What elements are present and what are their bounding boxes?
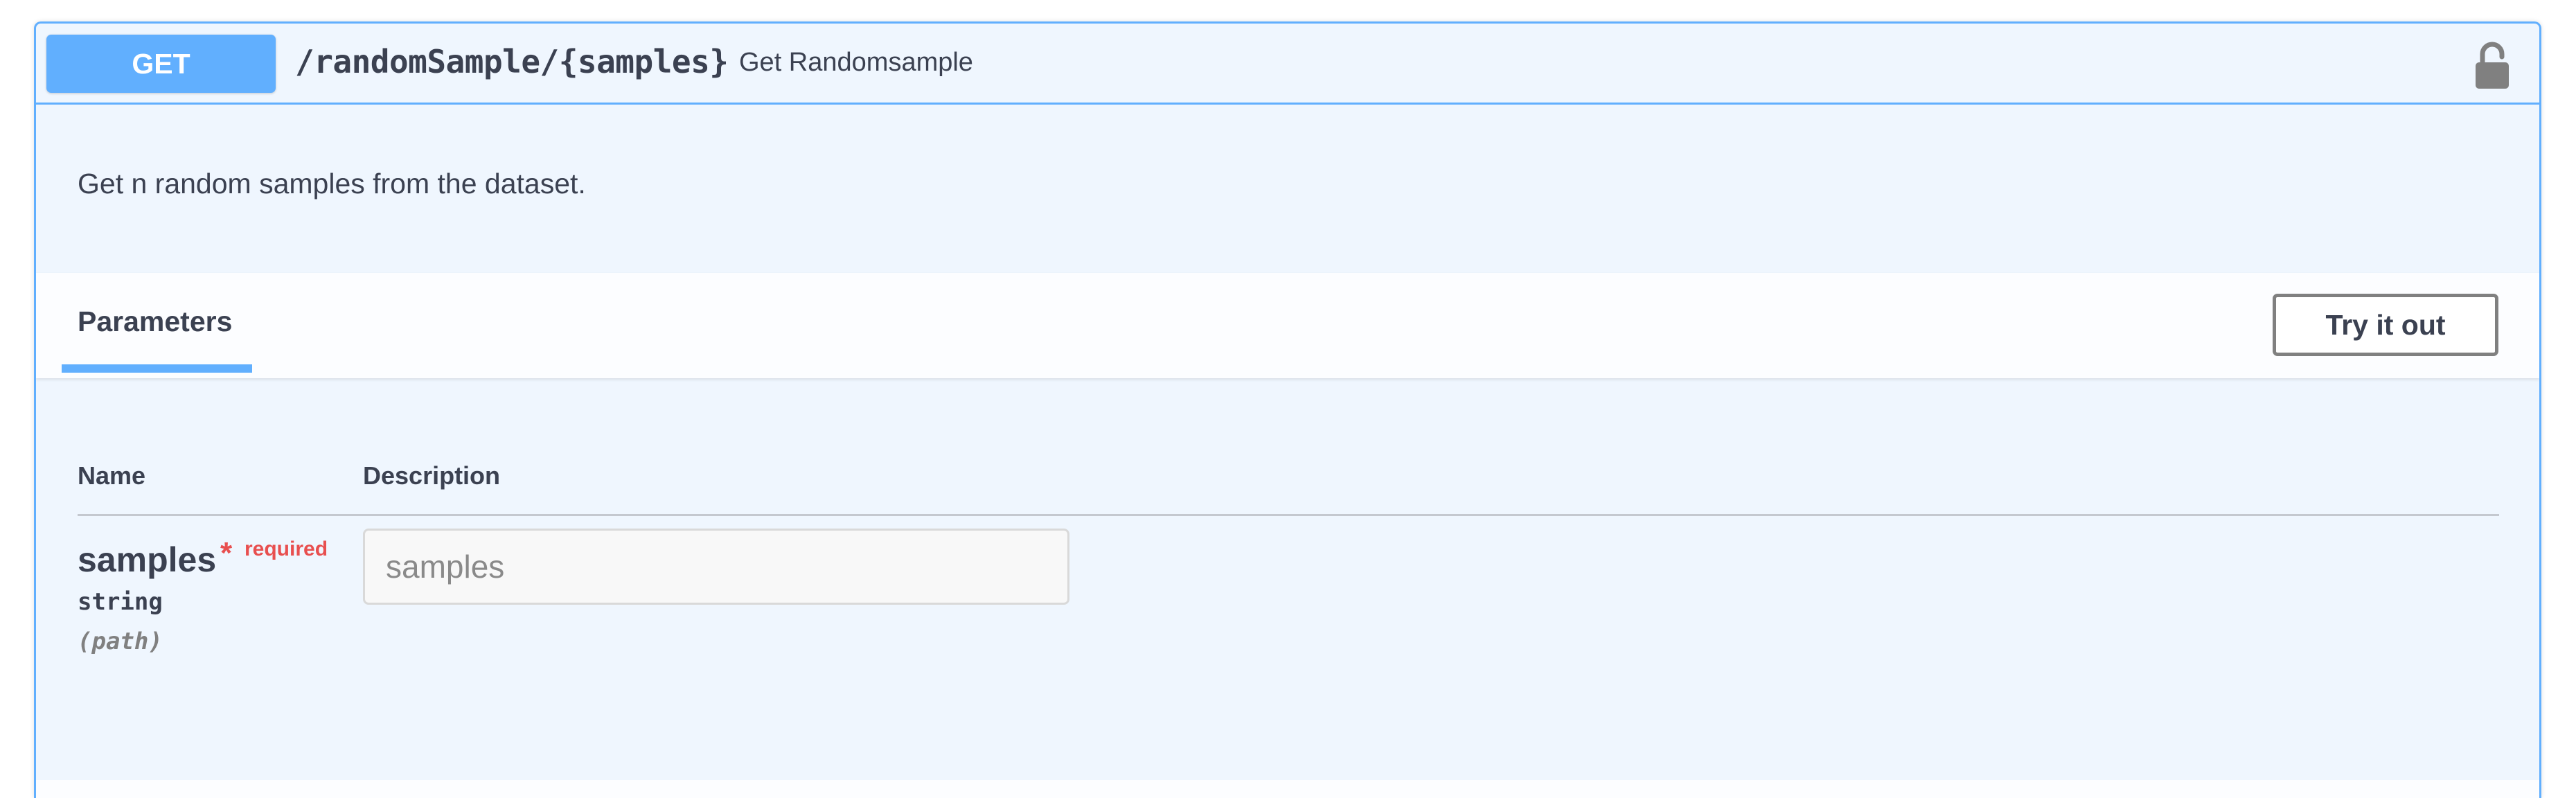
tab-active-indicator (62, 364, 252, 373)
parameters-section-header: Parameters Try it out (36, 273, 2539, 378)
operation-summary[interactable]: GET /randomSample/{samples} Get Randomsa… (36, 24, 2539, 105)
try-it-out-button[interactable]: Try it out (2273, 294, 2498, 356)
required-label: required (245, 538, 328, 560)
column-header-description: Description (363, 461, 501, 490)
tab-parameters[interactable]: Parameters (78, 305, 232, 338)
column-header-name: Name (78, 461, 146, 490)
endpoint-description: Get n random samples from the dataset. (78, 168, 586, 200)
required-asterisk: * (220, 536, 233, 570)
parameter-name: samples (78, 540, 217, 579)
endpoint-path: /randomSample/{samples} (295, 43, 729, 80)
operation-block: GET /randomSample/{samples} Get Randomsa… (34, 21, 2541, 798)
responses-section-edge (36, 780, 2539, 798)
http-method-badge: GET (46, 35, 276, 93)
endpoint-summary: Get Randomsample (739, 48, 973, 77)
table-divider (78, 514, 2499, 516)
samples-input[interactable] (363, 529, 1069, 605)
lock-icon[interactable] (2473, 40, 2512, 90)
parameter-type: string (78, 588, 163, 616)
parameter-location: (path) (78, 628, 163, 655)
